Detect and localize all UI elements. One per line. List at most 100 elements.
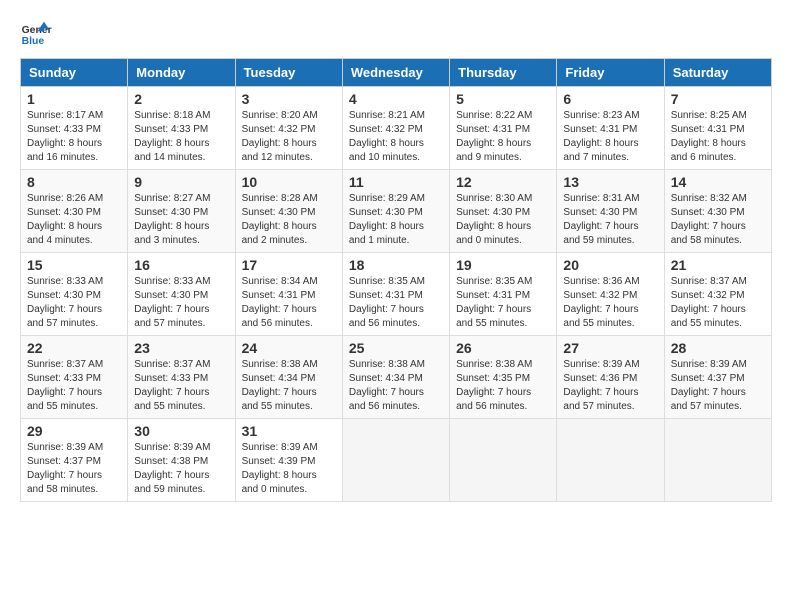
calendar-cell: 9 Sunrise: 8:27 AM Sunset: 4:30 PM Dayli… [128, 170, 235, 253]
day-number: 17 [242, 257, 336, 273]
calendar-cell: 30 Sunrise: 8:39 AM Sunset: 4:38 PM Dayl… [128, 419, 235, 502]
day-info: Sunrise: 8:39 AM Sunset: 4:39 PM Dayligh… [242, 441, 336, 497]
day-info: Sunrise: 8:39 AM Sunset: 4:36 PM Dayligh… [563, 358, 657, 414]
calendar-table: SundayMondayTuesdayWednesdayThursdayFrid… [20, 58, 772, 502]
calendar-week-row: 22 Sunrise: 8:37 AM Sunset: 4:33 PM Dayl… [21, 336, 772, 419]
day-info: Sunrise: 8:31 AM Sunset: 4:30 PM Dayligh… [563, 192, 657, 248]
calendar-week-row: 15 Sunrise: 8:33 AM Sunset: 4:30 PM Dayl… [21, 253, 772, 336]
day-info: Sunrise: 8:35 AM Sunset: 4:31 PM Dayligh… [349, 275, 443, 331]
day-info: Sunrise: 8:32 AM Sunset: 4:30 PM Dayligh… [671, 192, 765, 248]
day-info: Sunrise: 8:39 AM Sunset: 4:37 PM Dayligh… [27, 441, 121, 497]
calendar-cell: 31 Sunrise: 8:39 AM Sunset: 4:39 PM Dayl… [235, 419, 342, 502]
calendar-cell [557, 419, 664, 502]
day-number: 4 [349, 91, 443, 107]
day-number: 3 [242, 91, 336, 107]
page-header: General Blue [20, 20, 772, 48]
day-info: Sunrise: 8:22 AM Sunset: 4:31 PM Dayligh… [456, 109, 550, 165]
calendar-cell: 14 Sunrise: 8:32 AM Sunset: 4:30 PM Dayl… [664, 170, 771, 253]
calendar-cell: 26 Sunrise: 8:38 AM Sunset: 4:35 PM Dayl… [450, 336, 557, 419]
day-number: 27 [563, 340, 657, 356]
day-number: 29 [27, 423, 121, 439]
calendar-cell: 7 Sunrise: 8:25 AM Sunset: 4:31 PM Dayli… [664, 87, 771, 170]
day-info: Sunrise: 8:34 AM Sunset: 4:31 PM Dayligh… [242, 275, 336, 331]
day-number: 15 [27, 257, 121, 273]
logo: General Blue [20, 20, 52, 48]
day-info: Sunrise: 8:20 AM Sunset: 4:32 PM Dayligh… [242, 109, 336, 165]
svg-text:General: General [22, 25, 52, 36]
calendar-week-row: 29 Sunrise: 8:39 AM Sunset: 4:37 PM Dayl… [21, 419, 772, 502]
day-info: Sunrise: 8:37 AM Sunset: 4:33 PM Dayligh… [27, 358, 121, 414]
day-number: 24 [242, 340, 336, 356]
calendar-cell: 21 Sunrise: 8:37 AM Sunset: 4:32 PM Dayl… [664, 253, 771, 336]
calendar-cell [664, 419, 771, 502]
day-info: Sunrise: 8:23 AM Sunset: 4:31 PM Dayligh… [563, 109, 657, 165]
calendar-cell: 19 Sunrise: 8:35 AM Sunset: 4:31 PM Dayl… [450, 253, 557, 336]
calendar-cell: 29 Sunrise: 8:39 AM Sunset: 4:37 PM Dayl… [21, 419, 128, 502]
calendar-cell: 4 Sunrise: 8:21 AM Sunset: 4:32 PM Dayli… [342, 87, 449, 170]
calendar-cell: 20 Sunrise: 8:36 AM Sunset: 4:32 PM Dayl… [557, 253, 664, 336]
day-number: 22 [27, 340, 121, 356]
calendar-cell: 6 Sunrise: 8:23 AM Sunset: 4:31 PM Dayli… [557, 87, 664, 170]
calendar-cell [450, 419, 557, 502]
day-number: 13 [563, 174, 657, 190]
day-info: Sunrise: 8:27 AM Sunset: 4:30 PM Dayligh… [134, 192, 228, 248]
day-number: 28 [671, 340, 765, 356]
day-info: Sunrise: 8:39 AM Sunset: 4:38 PM Dayligh… [134, 441, 228, 497]
header-friday: Friday [557, 59, 664, 87]
day-number: 20 [563, 257, 657, 273]
day-number: 19 [456, 257, 550, 273]
calendar-cell: 28 Sunrise: 8:39 AM Sunset: 4:37 PM Dayl… [664, 336, 771, 419]
day-info: Sunrise: 8:33 AM Sunset: 4:30 PM Dayligh… [134, 275, 228, 331]
calendar-cell: 24 Sunrise: 8:38 AM Sunset: 4:34 PM Dayl… [235, 336, 342, 419]
day-number: 8 [27, 174, 121, 190]
calendar-cell: 2 Sunrise: 8:18 AM Sunset: 4:33 PM Dayli… [128, 87, 235, 170]
day-number: 11 [349, 174, 443, 190]
day-info: Sunrise: 8:28 AM Sunset: 4:30 PM Dayligh… [242, 192, 336, 248]
calendar-cell: 11 Sunrise: 8:29 AM Sunset: 4:30 PM Dayl… [342, 170, 449, 253]
day-number: 25 [349, 340, 443, 356]
header-thursday: Thursday [450, 59, 557, 87]
day-number: 5 [456, 91, 550, 107]
logo-icon: General Blue [20, 20, 52, 48]
day-info: Sunrise: 8:38 AM Sunset: 4:34 PM Dayligh… [349, 358, 443, 414]
day-number: 10 [242, 174, 336, 190]
day-number: 16 [134, 257, 228, 273]
calendar-week-row: 1 Sunrise: 8:17 AM Sunset: 4:33 PM Dayli… [21, 87, 772, 170]
day-info: Sunrise: 8:25 AM Sunset: 4:31 PM Dayligh… [671, 109, 765, 165]
day-info: Sunrise: 8:29 AM Sunset: 4:30 PM Dayligh… [349, 192, 443, 248]
calendar-cell: 15 Sunrise: 8:33 AM Sunset: 4:30 PM Dayl… [21, 253, 128, 336]
calendar-cell: 17 Sunrise: 8:34 AM Sunset: 4:31 PM Dayl… [235, 253, 342, 336]
calendar-cell: 23 Sunrise: 8:37 AM Sunset: 4:33 PM Dayl… [128, 336, 235, 419]
svg-text:Blue: Blue [22, 36, 45, 47]
day-info: Sunrise: 8:37 AM Sunset: 4:33 PM Dayligh… [134, 358, 228, 414]
day-number: 31 [242, 423, 336, 439]
calendar-header-row: SundayMondayTuesdayWednesdayThursdayFrid… [21, 59, 772, 87]
day-info: Sunrise: 8:39 AM Sunset: 4:37 PM Dayligh… [671, 358, 765, 414]
day-number: 30 [134, 423, 228, 439]
calendar-cell: 10 Sunrise: 8:28 AM Sunset: 4:30 PM Dayl… [235, 170, 342, 253]
calendar-cell: 18 Sunrise: 8:35 AM Sunset: 4:31 PM Dayl… [342, 253, 449, 336]
day-number: 2 [134, 91, 228, 107]
calendar-cell: 8 Sunrise: 8:26 AM Sunset: 4:30 PM Dayli… [21, 170, 128, 253]
day-number: 7 [671, 91, 765, 107]
header-sunday: Sunday [21, 59, 128, 87]
calendar-cell: 13 Sunrise: 8:31 AM Sunset: 4:30 PM Dayl… [557, 170, 664, 253]
day-number: 14 [671, 174, 765, 190]
day-info: Sunrise: 8:35 AM Sunset: 4:31 PM Dayligh… [456, 275, 550, 331]
day-info: Sunrise: 8:37 AM Sunset: 4:32 PM Dayligh… [671, 275, 765, 331]
day-number: 6 [563, 91, 657, 107]
day-info: Sunrise: 8:21 AM Sunset: 4:32 PM Dayligh… [349, 109, 443, 165]
day-number: 18 [349, 257, 443, 273]
header-monday: Monday [128, 59, 235, 87]
calendar-week-row: 8 Sunrise: 8:26 AM Sunset: 4:30 PM Dayli… [21, 170, 772, 253]
calendar-cell: 12 Sunrise: 8:30 AM Sunset: 4:30 PM Dayl… [450, 170, 557, 253]
day-info: Sunrise: 8:33 AM Sunset: 4:30 PM Dayligh… [27, 275, 121, 331]
calendar-cell: 1 Sunrise: 8:17 AM Sunset: 4:33 PM Dayli… [21, 87, 128, 170]
day-info: Sunrise: 8:38 AM Sunset: 4:34 PM Dayligh… [242, 358, 336, 414]
day-number: 9 [134, 174, 228, 190]
day-info: Sunrise: 8:26 AM Sunset: 4:30 PM Dayligh… [27, 192, 121, 248]
calendar-cell: 5 Sunrise: 8:22 AM Sunset: 4:31 PM Dayli… [450, 87, 557, 170]
day-number: 26 [456, 340, 550, 356]
day-number: 12 [456, 174, 550, 190]
day-info: Sunrise: 8:30 AM Sunset: 4:30 PM Dayligh… [456, 192, 550, 248]
